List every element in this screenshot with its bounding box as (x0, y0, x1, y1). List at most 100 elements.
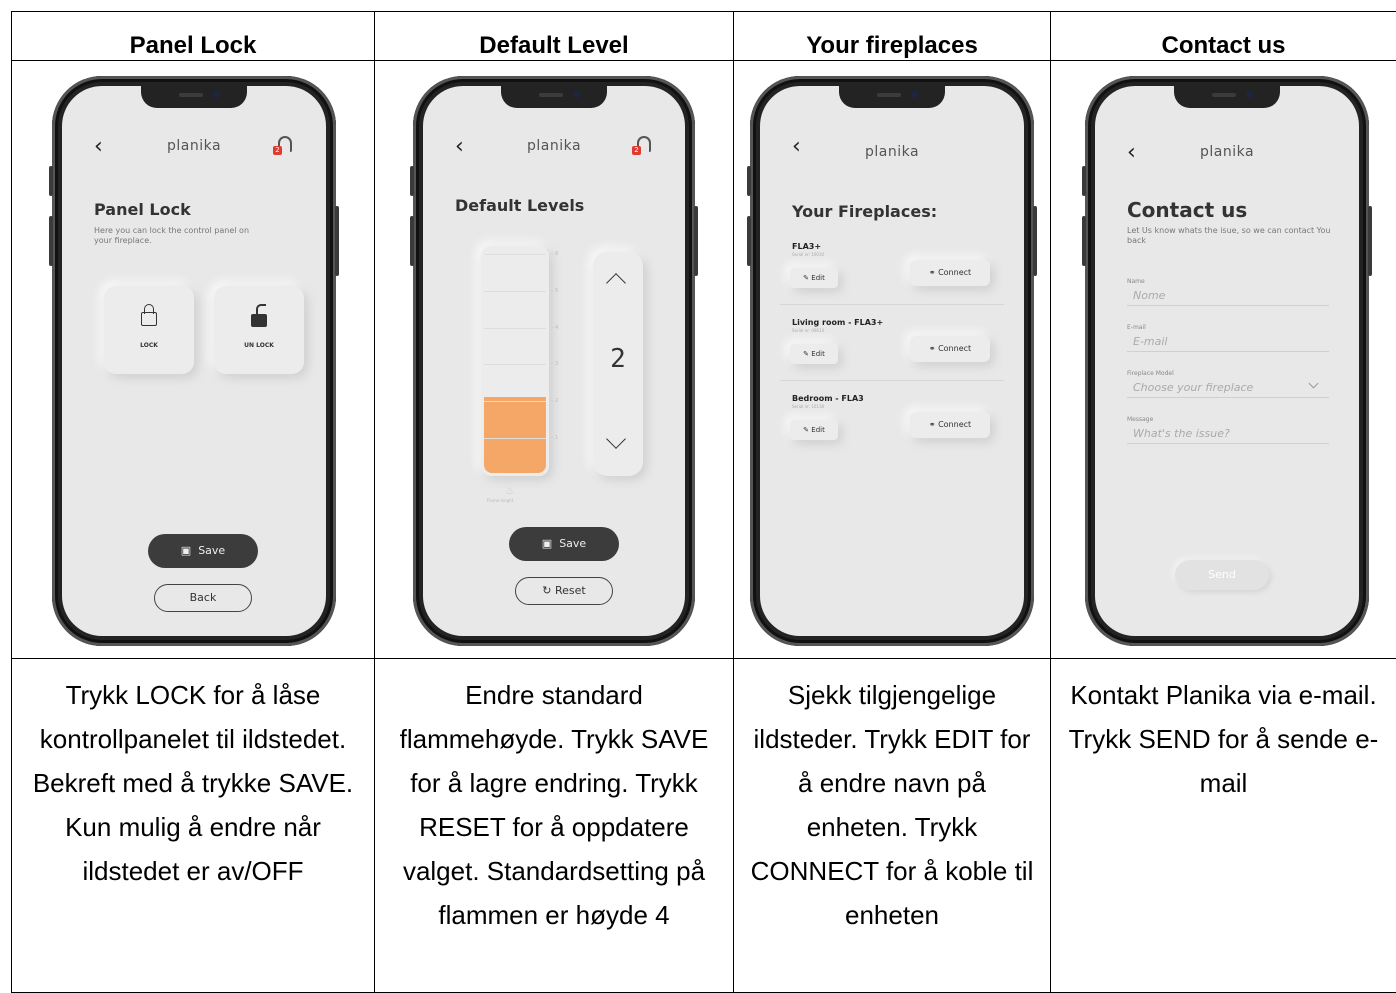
connect-button[interactable]: ⚭ Connect (910, 336, 990, 362)
level-tick-line (484, 328, 546, 329)
level-tick-label: – 3 (551, 361, 558, 367)
page-subtitle: Let Us know whats the isue, so we can co… (1127, 226, 1337, 246)
message-field[interactable]: What's the issue? (1133, 427, 1230, 440)
header-row: Panel Lock Default Level Your fireplaces… (12, 12, 1396, 61)
phone-frame: ‹ planika 2 Panel Lock Here you can lock… (52, 76, 336, 646)
fireplace-model-label: Fireplace Model (1127, 370, 1174, 377)
chevron-down-icon[interactable] (1309, 379, 1319, 389)
fireplaces-cell: ‹ planika Your Fireplaces: FLA3+ Serial … (734, 61, 1051, 659)
level-stepper[interactable]: 2 (593, 252, 643, 476)
link-icon: ⚭ (929, 420, 938, 429)
description-panel-lock: Trykk LOCK for å låse kontrollpanelet ti… (12, 659, 375, 993)
fireplace-model-select[interactable]: Choose your fireplace (1133, 381, 1253, 394)
page-title: Default Levels (455, 196, 584, 215)
connect-button[interactable]: ⚭ Connect (910, 260, 990, 286)
connect-label: Connect (938, 344, 971, 353)
reset-icon: ↻ (542, 584, 555, 597)
contact-cell: ‹ planika Contact us Let Us know whats t… (1051, 61, 1396, 659)
message-label: Message (1127, 416, 1153, 423)
name-label: Name (1127, 278, 1145, 285)
page-title: Contact us (1127, 198, 1247, 222)
name-field[interactable]: Nome (1133, 289, 1165, 302)
header-your-fireplaces: Your fireplaces (734, 12, 1051, 61)
edit-button[interactable]: ✎ Edit (790, 344, 838, 364)
phone-screen: ‹ planika 2 Panel Lock Here you can lock… (62, 86, 326, 636)
unlock-button[interactable]: UN LOCK (214, 286, 304, 374)
save-label: Save (198, 544, 225, 557)
reset-button[interactable]: ↻ Reset (515, 577, 613, 605)
level-tick-label: – 6 (551, 251, 558, 257)
description-contact-us: Kontakt Planika via e-mail. Trykk SEND f… (1051, 659, 1396, 993)
notch (141, 86, 247, 108)
phone-screen: ‹ planika 2 Default Levels – 6– 5– 4– 3–… (423, 86, 685, 636)
save-label: Save (559, 537, 586, 550)
level-tick-label: – 4 (551, 325, 558, 331)
reset-label: Reset (555, 584, 586, 597)
connect-button[interactable]: ⚭ Connect (910, 412, 990, 438)
notification-badge: 2 (632, 146, 641, 155)
send-button[interactable]: Send (1175, 560, 1269, 590)
header-default-level: Default Level (375, 12, 734, 61)
header-panel-lock: Panel Lock (12, 12, 375, 61)
chevron-up-icon[interactable] (606, 273, 626, 293)
page-subtitle: Here you can lock the control panel on y… (94, 226, 254, 246)
level-tick-line (484, 254, 546, 255)
default-level-cell: ‹ planika 2 Default Levels – 6– 5– 4– 3–… (375, 61, 734, 659)
back-button[interactable]: Back (154, 584, 252, 612)
level-tick-line (484, 401, 546, 402)
lock-icon (141, 312, 157, 326)
notch (1174, 86, 1280, 108)
edit-label: Edit (811, 274, 825, 282)
planika-logo: planika (1095, 144, 1359, 160)
phone-screen: ‹ planika Your Fireplaces: FLA3+ Serial … (760, 86, 1024, 636)
field-underline (1127, 305, 1329, 306)
email-label: E-mail (1127, 324, 1146, 331)
field-underline (1127, 443, 1329, 444)
email-field[interactable]: E-mail (1133, 335, 1168, 348)
notch (839, 86, 945, 108)
fireplace-name: Living room - FLA3+ (792, 318, 883, 327)
save-button[interactable]: ▣ Save (509, 527, 619, 561)
fireplace-name: FLA3+ (792, 242, 821, 251)
instruction-table: Panel Lock Default Level Your fireplaces… (11, 11, 1396, 993)
link-icon: ⚭ (929, 344, 938, 353)
save-icon: ▣ (542, 537, 559, 550)
edit-button[interactable]: ✎ Edit (790, 268, 838, 288)
fireplace-serial: Serial nr: 10010 (792, 252, 824, 257)
panel-lock-cell: ‹ planika 2 Panel Lock Here you can lock… (12, 61, 375, 659)
level-tick-label: – 1 (551, 435, 558, 441)
level-tick-line (484, 291, 546, 292)
level-tick-line (484, 438, 546, 439)
description-row: Trykk LOCK for å låse kontrollpanelet ti… (12, 659, 1396, 993)
level-tick-label: – 2 (551, 398, 558, 404)
flame-icon: ♨ (505, 484, 515, 497)
save-button[interactable]: ▣ Save (148, 534, 258, 568)
description-default-level: Endre standard flammehøyde. Trykk SAVE f… (375, 659, 734, 993)
link-icon: ⚭ (929, 268, 938, 277)
phone-frame: ‹ planika Your Fireplaces: FLA3+ Serial … (750, 76, 1034, 646)
fireplace-serial: Serial nr: 10138 (792, 404, 824, 409)
planika-logo: planika (760, 144, 1024, 160)
header-contact-us: Contact us (1051, 12, 1396, 61)
phone-frame: ‹ planika Contact us Let Us know whats t… (1085, 76, 1369, 646)
level-value: 2 (593, 344, 643, 374)
unlock-label: UN LOCK (214, 342, 304, 349)
level-tick-line (484, 364, 546, 365)
chevron-down-icon[interactable] (606, 429, 626, 449)
screenshot-row: ‹ planika 2 Panel Lock Here you can lock… (12, 61, 1396, 659)
unlock-icon (251, 314, 267, 327)
phone-frame: ‹ planika 2 Default Levels – 6– 5– 4– 3–… (413, 76, 695, 646)
edit-button[interactable]: ✎ Edit (790, 420, 838, 440)
level-tick-label: – 5 (551, 288, 558, 294)
page-title: Your Fireplaces: (792, 202, 937, 221)
flame-label: Flame height (487, 498, 513, 503)
divider (780, 304, 1004, 305)
field-underline (1127, 397, 1329, 398)
lock-button[interactable]: LOCK (104, 286, 194, 374)
connect-label: Connect (938, 420, 971, 429)
level-bar-track[interactable] (481, 246, 549, 476)
edit-label: Edit (811, 426, 825, 434)
fireplace-name: Bedroom - FLA3 (792, 394, 864, 403)
divider (780, 380, 1004, 381)
field-underline (1127, 351, 1329, 352)
